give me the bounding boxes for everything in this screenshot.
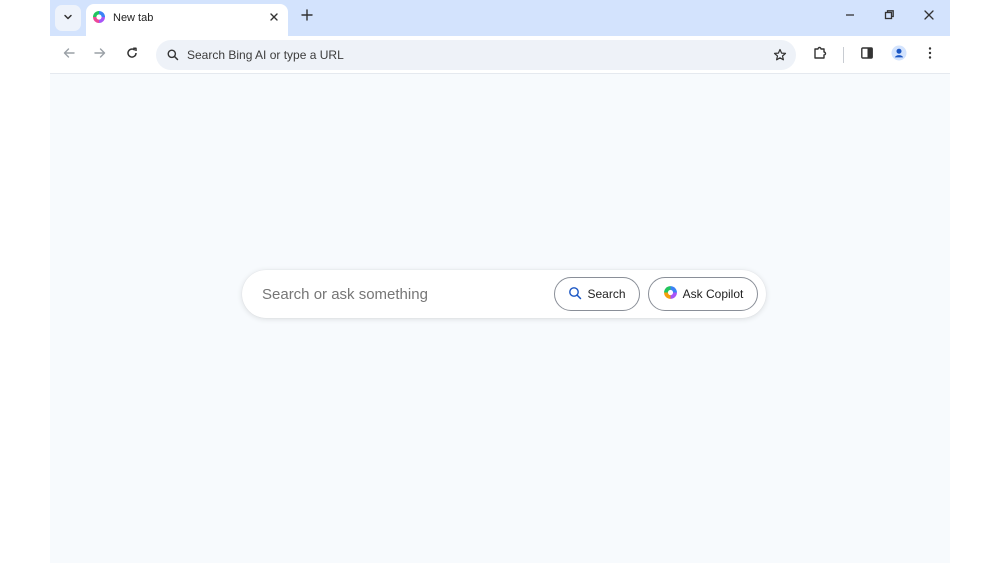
search-icon — [568, 286, 582, 303]
arrow-right-icon — [93, 46, 107, 65]
profile-button[interactable] — [887, 43, 911, 67]
minimize-button[interactable] — [838, 6, 862, 28]
side-panel-icon — [860, 46, 874, 65]
puzzle-icon — [812, 45, 828, 66]
close-icon — [270, 13, 278, 21]
address-input[interactable] — [187, 45, 747, 65]
address-bar[interactable] — [156, 40, 796, 70]
browser-window: New tab Search Bing AI or type a URL Sea… — [50, 0, 950, 563]
ask-copilot-button[interactable]: Ask Copilot — [648, 277, 758, 311]
tab-search-button[interactable] — [55, 5, 81, 31]
search-input[interactable] — [262, 283, 542, 305]
search-icon — [166, 48, 180, 62]
close-icon — [923, 8, 935, 26]
extensions-button[interactable] — [808, 43, 832, 67]
tab-title: New tab — [113, 12, 154, 24]
ask-copilot-label: Ask Copilot — [682, 287, 744, 301]
search-box: Search Ask Copilot — [242, 270, 766, 318]
star-icon — [773, 48, 787, 61]
copilot-icon — [663, 285, 678, 303]
reload-button[interactable] — [120, 43, 144, 67]
reload-icon — [125, 46, 139, 65]
profile-icon — [891, 45, 907, 66]
browser-toolbar — [50, 36, 950, 74]
menu-button[interactable] — [918, 43, 942, 67]
side-panel-button[interactable] — [855, 43, 879, 67]
plus-icon — [301, 8, 313, 26]
kebab-menu-icon — [928, 46, 932, 65]
forward-button[interactable] — [88, 43, 112, 67]
close-window-button[interactable] — [917, 6, 941, 28]
back-button[interactable] — [57, 43, 81, 67]
tab-strip: New tab — [50, 0, 950, 36]
restore-icon — [883, 8, 895, 26]
tab-new-tab[interactable]: New tab — [86, 4, 288, 36]
search-button-label: Search — [587, 287, 626, 301]
chevron-down-icon — [63, 9, 73, 27]
bookmark-star-button[interactable] — [770, 45, 790, 65]
arrow-left-icon — [62, 46, 76, 65]
toolbar-divider — [843, 47, 844, 63]
new-tab-button[interactable] — [296, 6, 318, 28]
copilot-icon — [92, 10, 106, 24]
minimize-icon — [844, 8, 856, 26]
tab-close-button[interactable] — [266, 9, 282, 25]
search-button[interactable]: Search — [554, 277, 640, 311]
restore-button[interactable] — [877, 6, 901, 28]
